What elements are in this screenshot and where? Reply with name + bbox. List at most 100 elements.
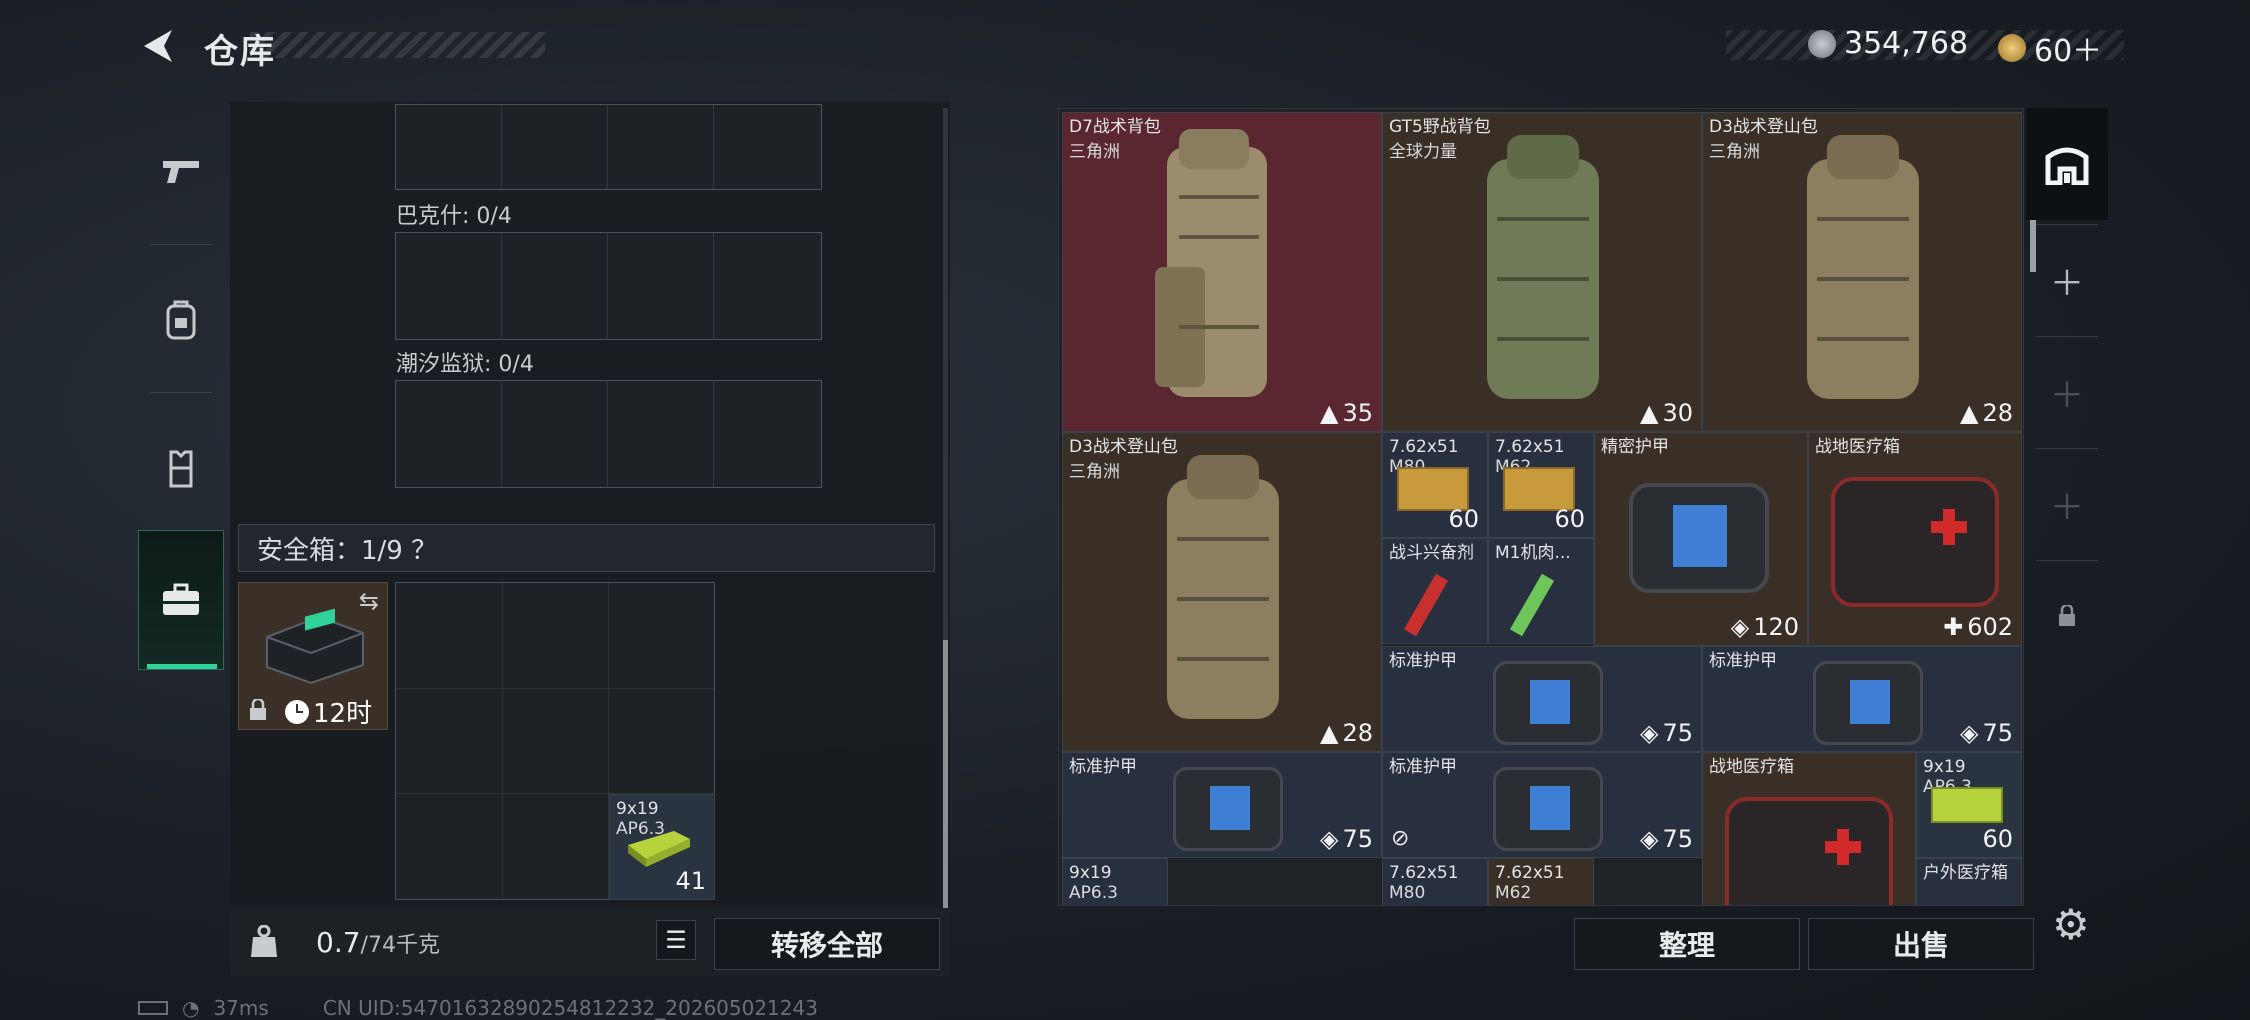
weight-value: 0.7 — [316, 926, 361, 959]
item-subtitle: 三角洲 — [1069, 462, 1120, 482]
item-name: 战地医疗箱 — [1709, 757, 1794, 777]
backpack-item[interactable]: D3战术登山包 三角洲 ▲ 28 — [1702, 112, 2022, 432]
item-name: 9x19 — [1923, 757, 1966, 777]
safe-box-label: 安全箱：1/9 ？ — [257, 535, 438, 566]
item-name: 标准护甲 — [1709, 651, 1777, 671]
capacity-icon: ▲ — [1959, 399, 1979, 427]
wifi-icon: ◔ — [182, 996, 200, 1020]
armor-image — [1493, 767, 1603, 851]
item-subtitle: AP6.3 — [1069, 883, 1118, 903]
coin-balance[interactable]: 354,768 — [1808, 26, 1968, 61]
ping-text: 37ms — [213, 996, 269, 1020]
armor-item[interactable]: 标准护甲 ⊘ ◈ 75 — [1382, 752, 1702, 858]
add-storage-tab-disabled[interactable]: ＋ — [2026, 448, 2108, 560]
token-amount: 60＋ — [2034, 34, 2103, 69]
item-name: 7.62x51 — [1495, 437, 1565, 457]
ammo-item[interactable]: 7.62x51 M80 — [1382, 858, 1488, 905]
armor-item[interactable]: 精密护甲 ◈ 120 — [1594, 432, 1808, 646]
safe-case-image — [266, 608, 364, 685]
item-name: 标准护甲 — [1389, 651, 1457, 671]
add-storage-tab-disabled[interactable]: ＋ — [2026, 336, 2108, 448]
item-name: 标准护甲 — [1389, 757, 1457, 777]
backpack-item[interactable]: D3战术登山包 三角洲 ▲ 28 — [1062, 432, 1382, 752]
item-name: 户外医疗箱 — [1923, 863, 2008, 883]
lock-icon — [250, 699, 266, 720]
ammo-box-image — [1931, 787, 2003, 823]
medkit-item[interactable]: 战地医疗箱 ✚ 602 — [1808, 432, 2022, 646]
injector-item[interactable]: M1机肉... — [1488, 538, 1594, 644]
tab-weapons[interactable] — [138, 102, 224, 242]
coin-amount: 354,768 — [1844, 26, 1969, 61]
injector-image — [1403, 573, 1449, 637]
plus-icon: ＋ — [2050, 263, 2084, 304]
item-name: 7.62x51 — [1389, 863, 1459, 883]
locked-storage-tab[interactable] — [2026, 560, 2108, 672]
armor-item[interactable]: 标准护甲 ◈ 75 — [1382, 646, 1702, 752]
backpack-image — [1487, 135, 1599, 399]
item-name: 精密护甲 — [1601, 437, 1669, 457]
storage-tabs: ＋ ＋ ＋ — [2026, 108, 2108, 668]
ammo-item[interactable]: 7.62x51 M62 60 — [1488, 432, 1594, 538]
uid-text: CN UID:54701632890254812232_202605021243 — [322, 996, 818, 1020]
armor-item[interactable]: 标准护甲 ◈ 75 — [1062, 752, 1382, 858]
injector-item[interactable]: 战斗兴奋剂 — [1382, 538, 1488, 644]
item-subtitle: 三角洲 — [1709, 142, 1760, 162]
injector-image — [1509, 573, 1555, 637]
backpack-item[interactable]: GT5野战背包 全球力量 ▲ 30 — [1382, 112, 1702, 432]
token-balance[interactable]: 60＋ — [1998, 26, 2102, 70]
container-slot[interactable] — [395, 380, 822, 488]
clock-icon — [285, 699, 309, 724]
status-bar: ◔ 37ms CN UID:54701632890254812232_20260… — [138, 996, 818, 1020]
tab-safe-box[interactable] — [138, 530, 224, 670]
add-storage-tab[interactable]: ＋ — [2026, 224, 2108, 336]
capacity-icon: ▲ — [1639, 399, 1659, 427]
category-sidebar — [138, 102, 224, 670]
weight-icon — [251, 925, 277, 957]
item-quantity: 28 — [1342, 719, 1373, 747]
backpack-icon — [166, 300, 196, 340]
sell-button[interactable]: 出售 — [1808, 918, 2034, 970]
armor-item[interactable]: 标准护甲 ◈ 75 — [1702, 646, 2022, 752]
plus-icon: ＋ — [2050, 375, 2084, 416]
battery-icon — [138, 1001, 168, 1015]
lock-icon — [2059, 605, 2075, 626]
tab-backpacks[interactable] — [138, 250, 224, 390]
ammo-item[interactable]: 9x19 AP6.3 41 — [609, 794, 715, 900]
ammo-item[interactable]: 9x19 AP6.3 — [1062, 858, 1168, 905]
weight-lock-button[interactable] — [232, 910, 296, 974]
container-label: 巴克什: 0/4 — [396, 204, 512, 229]
backpack-item[interactable]: D7战术背包 三角洲 ▲ 35 — [1062, 112, 1382, 432]
container-slot[interactable] — [395, 232, 822, 340]
sort-button[interactable]: 整理 — [1574, 918, 1800, 970]
item-subtitle: 全球力量 — [1389, 142, 1457, 162]
safe-box-item[interactable]: ⇆ 12时 — [238, 582, 388, 730]
swap-icon[interactable]: ⇆ — [359, 587, 379, 615]
no-insure-icon: ⊘ — [1391, 826, 1410, 851]
item-name: 9x19 — [616, 799, 659, 819]
coin-icon — [1808, 29, 1836, 58]
medkit-item[interactable]: 户外医疗箱 — [1916, 858, 2022, 905]
ammo-item[interactable]: 9x19 AP6.3 60 — [1916, 752, 2022, 858]
item-quantity: 120 — [1753, 613, 1799, 641]
briefcase-icon — [163, 583, 199, 615]
medkit-image — [1725, 797, 1893, 905]
item-quantity: 35 — [1342, 399, 1373, 427]
item-subtitle: M62 — [1495, 883, 1532, 903]
ammo-item[interactable]: 7.62x51 M62 — [1488, 858, 1594, 905]
storage-tab-main[interactable] — [2026, 108, 2108, 220]
armor-image — [1493, 661, 1603, 745]
gear-icon[interactable]: ⚙ — [2052, 900, 2090, 949]
item-quantity: 60 — [1982, 825, 2013, 853]
back-button[interactable] — [138, 26, 178, 66]
tab-armor[interactable] — [138, 398, 224, 538]
item-quantity: 60 — [1554, 505, 1585, 533]
item-subtitle: 三角洲 — [1069, 142, 1120, 162]
medkit-item[interactable]: 战地医疗箱 — [1702, 752, 1916, 905]
ammo-item[interactable]: 7.62x51 M80 60 — [1382, 432, 1488, 538]
armor-image — [1813, 661, 1923, 745]
left-scrollbar-thumb[interactable] — [943, 640, 948, 908]
list-view-button[interactable]: ☰ — [656, 920, 696, 960]
item-name: 7.62x51 — [1389, 437, 1459, 457]
transfer-all-button[interactable]: 转移全部 — [714, 918, 940, 970]
container-slot-top[interactable] — [395, 104, 822, 190]
